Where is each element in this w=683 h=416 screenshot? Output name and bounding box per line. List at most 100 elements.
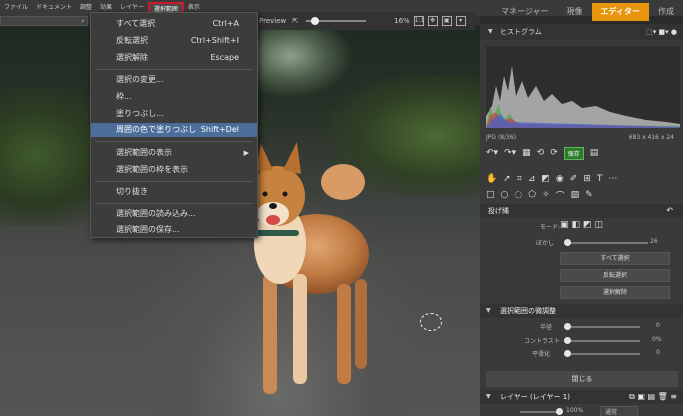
selection-marquee[interactable] [420,313,442,331]
text-tool-icon[interactable]: T [597,174,603,184]
edit-select-icon[interactable]: ✎ [585,190,593,200]
refine-section-header[interactable]: ▼ 選択範囲の微調整 [480,304,683,318]
menu-item-modify[interactable]: 選択の変更... [91,73,257,87]
blur-slider-knob[interactable] [564,239,571,246]
export-icon[interactable]: ⇱ [292,17,298,25]
collapse-icon[interactable]: ▼ [486,390,491,404]
collapse-icon[interactable]: ▼ [486,304,491,318]
lasso-select-icon[interactable]: ◌ [514,190,522,200]
smooth-slider[interactable] [564,350,640,357]
fit-icon[interactable]: ✥ [427,16,438,26]
mode-develop[interactable]: 現像 [558,0,592,24]
eye-tool-icon[interactable]: ◉ [556,174,564,184]
histogram-header[interactable]: ▼ ヒストグラム ⬚▾ ■▾ ● [480,24,683,40]
contrast-slider[interactable] [564,337,640,344]
lasso-tool-icon[interactable]: ◩ [541,174,550,184]
smooth-slider-knob[interactable] [564,350,571,357]
save-button[interactable]: 保存 [563,146,584,160]
redo-icon[interactable]: ↷▾ [504,148,516,158]
radius-slider-knob[interactable] [564,323,571,330]
menu-item-crop[interactable]: 切り抜き [91,185,257,199]
rotate-left-icon[interactable]: ⟲ [537,148,545,158]
menu-item-save-selection[interactable]: 選択範囲の保存... [91,223,257,237]
search-input[interactable]: ⌕ [0,16,88,26]
preview-label[interactable]: Preview [259,17,286,25]
menu-item-invert[interactable]: 反転選択 Ctrl+Shift+I [91,34,257,48]
rect-select-icon[interactable]: □ [486,190,495,200]
radius-label: 半径 [540,324,553,331]
menu-item-border[interactable]: 枠... [91,90,257,104]
collapse-icon[interactable]: ▼ [488,24,493,40]
blur-slider[interactable] [564,239,648,246]
ellipse-select-icon[interactable]: ○ [501,190,509,200]
undo-icon[interactable]: ↶▾ [486,148,498,158]
radius-value: 0 [656,322,660,329]
mode-new-icon[interactable]: ▣ [560,220,569,230]
menu-separator [95,141,253,142]
mode-tabs: マネージャー 現像 エディター 作成 [492,0,683,24]
clone-tool-icon[interactable]: ⊞ [583,174,591,184]
selection-menu-dropdown: すべて選択 Ctrl+A 反転選択 Ctrl+Shift+I 選択解除 Escape … [90,12,258,238]
deselect-button[interactable]: 選択解除 [560,286,670,299]
histogram-info: JPG (8/36) 683 x 416 x 24 [486,134,680,141]
menu-item-fill[interactable]: 塗りつぶし... [91,107,257,121]
opacity-slider-knob[interactable] [556,408,563,415]
layer-section-header[interactable]: ▼ レイヤー (レイヤー 1) ⧉ ▣ ▤ 🗑 ≡ [480,390,683,404]
menu-separator [95,181,253,182]
polygon-lasso-icon[interactable]: ⬠ [528,190,536,200]
invert-selection-button[interactable]: 反転選択 [560,269,670,282]
file-format: JPG (8/36) [486,134,517,141]
gradient-select-icon[interactable]: ▨ [571,190,580,200]
blur-value: 26 [650,238,658,245]
mode-manager[interactable]: マネージャー [492,0,557,24]
menu-item-show-selection[interactable]: 選択範囲の表示 ▶ [91,146,257,160]
menu-separator [95,69,253,70]
lasso-section-header[interactable]: 投げ縄 ↶ [480,204,683,218]
menu-document[interactable]: ドキュメント [32,0,76,16]
menu-item-content-aware-fill[interactable]: 周囲の色で塗りつぶし Shift+Del [91,123,257,137]
brush-select-icon[interactable]: ⌒ [556,189,565,202]
layer-actions-icon[interactable]: ⧉ ▣ ▤ 🗑 ≡ [629,390,677,404]
magic-wand-icon[interactable]: ✧ [542,190,550,200]
smooth-label: 平滑化 [532,351,551,358]
mode-create[interactable]: 作成 [649,0,683,24]
blur-label: ぼかし [536,240,555,247]
more-tools-icon[interactable]: ⋯ [608,174,617,184]
menu-item-deselect[interactable]: 選択解除 Escape [91,51,257,65]
hand-tool-icon[interactable]: ✋ [486,174,497,184]
fullscreen-icon[interactable]: ▣ [441,16,452,26]
history-icon[interactable]: ▦ [522,148,531,158]
brush-tool-icon[interactable]: ✐ [570,174,578,184]
mode-subtract-icon[interactable]: ◩ [583,220,592,230]
mode-buttons: ▣ ◧ ◩ ◫ [560,220,606,230]
menu-file[interactable]: ファイル [0,0,32,16]
zoom-1to1-icon[interactable]: 1:1 [413,16,424,26]
straighten-tool-icon[interactable]: ⊿ [528,174,536,184]
save-as-icon[interactable]: ▤ [590,148,599,158]
reset-icon[interactable]: ↶ [666,204,673,218]
zoom-slider-knob[interactable] [311,17,320,25]
zoom-slider[interactable] [306,17,367,25]
mode-editor[interactable]: エディター [591,3,649,21]
pointer-tool-icon[interactable]: ➚ [503,174,511,184]
crop-tool-icon[interactable]: ⌗ [517,174,522,184]
rotate-right-icon[interactable]: ⟳ [550,148,558,158]
menu-item-select-all[interactable]: すべて選択 Ctrl+A [91,17,257,31]
opacity-slider[interactable] [520,408,563,415]
mode-label: モード: [540,224,561,231]
zoom-bar: Preview ⇱ 16% 1:1 ✥ ▣ ▾ [257,12,475,30]
menu-item-show-selection-border[interactable]: 選択範囲の枠を表示 [91,163,257,177]
menu-item-load-selection[interactable]: 選択範囲の読み込み... [91,207,257,221]
select-all-button[interactable]: すべて選択 [560,252,670,265]
mode-add-icon[interactable]: ◧ [572,220,581,230]
contrast-slider-knob[interactable] [564,337,571,344]
radius-slider[interactable] [564,323,640,330]
settings-icon[interactable]: ▾ [455,16,466,26]
blend-mode-select[interactable]: 通常 [600,406,639,416]
histogram-options-icon[interactable]: ⬚▾ ■▾ ● [646,24,677,40]
close-button[interactable]: 閉じる [486,371,678,387]
zoom-percent: 16% [394,17,410,25]
right-panel: ▼ ヒストグラム ⬚▾ ■▾ ● JPG (8/36) 683 x 416 x … [480,24,683,416]
mode-intersect-icon[interactable]: ◫ [595,220,604,230]
app-window: ファイル ドキュメント 調整 効果 レイヤー 選択範囲 表示 マネージャー 現像… [0,0,683,416]
